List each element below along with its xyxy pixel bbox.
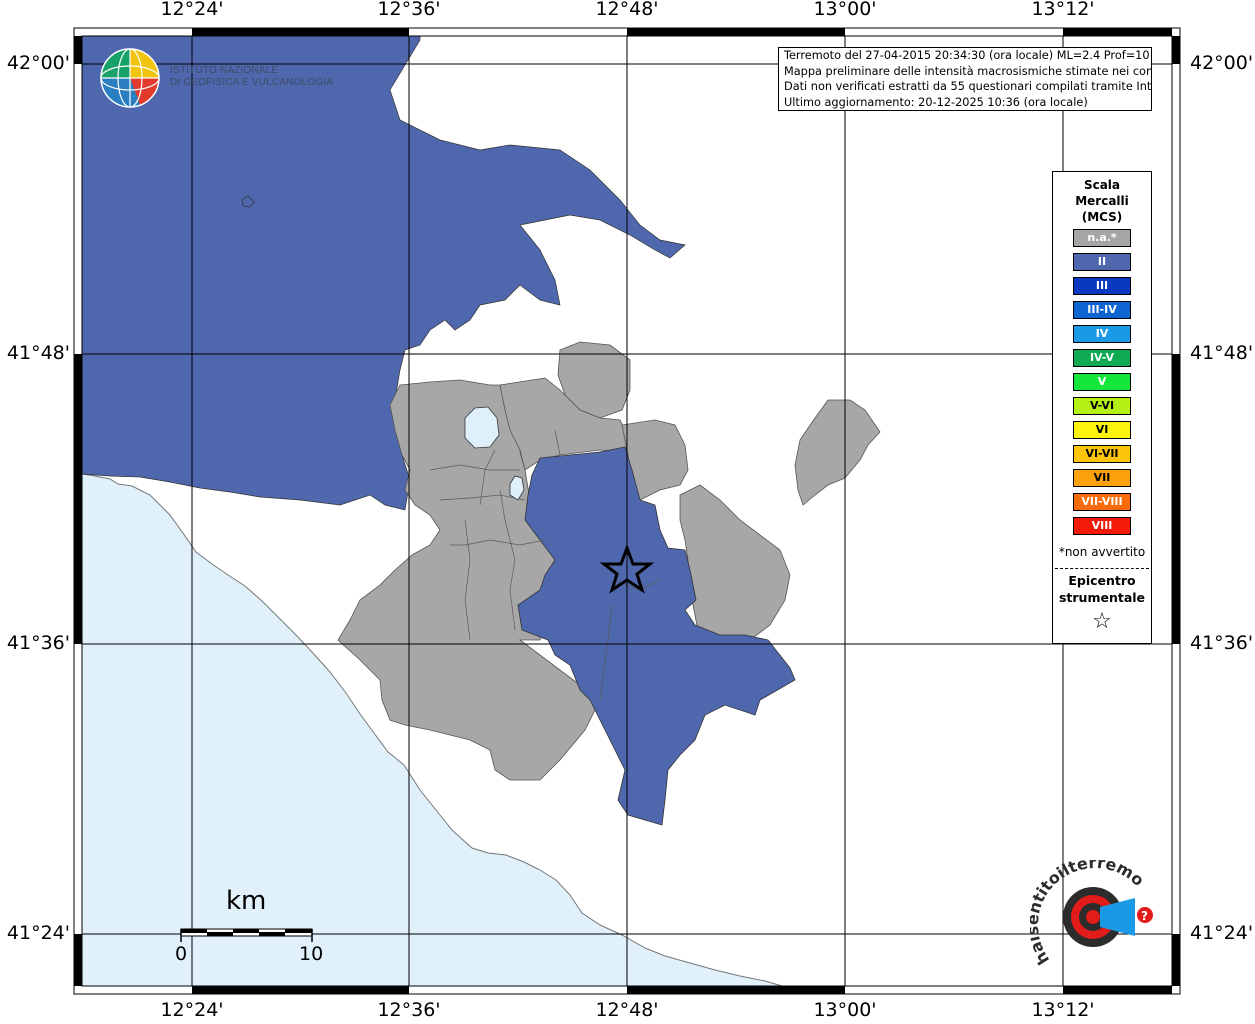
legend-epicenter-line: Epicentro xyxy=(1068,573,1136,588)
legend-star-icon: ☆ xyxy=(1092,609,1112,634)
logo-line-1: ISTITUTO NAZIONALE xyxy=(170,65,279,76)
longitude-tick-label-top: 12°36' xyxy=(377,0,441,20)
latitude-tick-label-right: 41°24' xyxy=(1190,922,1254,944)
longitude-tick-label-top: 13°00' xyxy=(813,0,877,20)
legend-swatch: IV-V xyxy=(1073,349,1131,367)
legend-title-line: Mercalli xyxy=(1075,194,1129,208)
event-info-line: Dati non verificati estratti da 55 quest… xyxy=(784,80,1152,93)
latitude-tick-label-right: 42°00' xyxy=(1190,52,1254,74)
legend-swatch: VI-VII xyxy=(1073,445,1131,463)
legend-swatch: VI xyxy=(1073,421,1131,439)
latitude-tick-label-left: 41°36' xyxy=(6,632,70,654)
legend-title: Scala Mercalli (MCS) xyxy=(1053,177,1151,225)
latitude-tick-label-left: 42°00' xyxy=(6,52,70,74)
logo-line-2: DI GEOFISICA E VULCANOLOGIA xyxy=(170,77,334,88)
latitude-tick-label-left: 41°24' xyxy=(6,922,70,944)
longitude-tick-label-top: 12°48' xyxy=(595,0,659,20)
event-info-box: Terremoto del 27-04-2015 20:34:30 (ora l… xyxy=(778,47,1152,111)
legend-epicenter-label: Epicentro strumentale xyxy=(1053,572,1151,606)
longitude-tick-label-bottom: 13°00' xyxy=(813,999,877,1021)
scale-label-start: 0 xyxy=(175,943,188,965)
longitude-tick-label-bottom: 12°36' xyxy=(377,999,441,1021)
latitude-tick-label-right: 41°36' xyxy=(1190,632,1254,654)
legend-swatch: VIII xyxy=(1073,517,1131,535)
longitude-tick-label-bottom: 12°24' xyxy=(160,999,224,1021)
event-info-line: Terremoto del 27-04-2015 20:34:30 (ora l… xyxy=(784,49,1152,62)
legend-title-line: Scala xyxy=(1083,178,1121,192)
legend-swatch: II xyxy=(1073,253,1131,271)
legend-title-line: (MCS) xyxy=(1081,210,1123,224)
longitude-tick-label-top: 12°24' xyxy=(160,0,224,20)
svg-text:haisentitoilterremoto.it: haisentitoilterremoto.it xyxy=(1030,860,1148,968)
legend-swatch: VII-VIII xyxy=(1073,493,1131,511)
legend-epicenter-line: strumentale xyxy=(1058,590,1146,605)
legend-swatch: IV xyxy=(1073,325,1131,343)
legend-swatch: III-IV xyxy=(1073,301,1131,319)
latitude-tick-label-right: 41°48' xyxy=(1190,342,1254,364)
legend-swatch: n.a.* xyxy=(1073,229,1131,247)
intensity-legend: Scala Mercalli (MCS) n.a.* II III III-IV IV I… xyxy=(1052,171,1152,644)
legend-swatch: VII xyxy=(1073,469,1131,487)
legend-separator xyxy=(1055,568,1149,569)
legend-swatch: V xyxy=(1073,373,1131,391)
scale-label-end: 10 xyxy=(299,943,324,965)
event-info-line: Ultimo aggiornamento: 20-12-2025 10:36 (… xyxy=(784,95,1088,109)
latitude-tick-label-left: 41°48' xyxy=(6,342,70,364)
scale-unit: km xyxy=(226,886,267,916)
longitude-tick-label-top: 13°12' xyxy=(1031,0,1095,20)
legend-swatch: V-VI xyxy=(1073,397,1131,415)
longitude-tick-label-bottom: 13°12' xyxy=(1031,999,1095,1021)
ingv-logo-icon xyxy=(100,48,160,108)
legend-note: *non avvertito xyxy=(1058,545,1146,559)
haisentito-badge-text-icon: haisentitoilterremoto.it xyxy=(1030,860,1148,968)
longitude-tick-label-bottom: 12°48' xyxy=(595,999,659,1021)
event-info-line: Mappa preliminare delle intensità macros… xyxy=(784,64,1152,78)
legend-swatch: III xyxy=(1073,277,1131,295)
ingv-logo-text: ISTITUTO NAZIONALE DI GEOFISICA E VULCAN… xyxy=(170,65,333,89)
